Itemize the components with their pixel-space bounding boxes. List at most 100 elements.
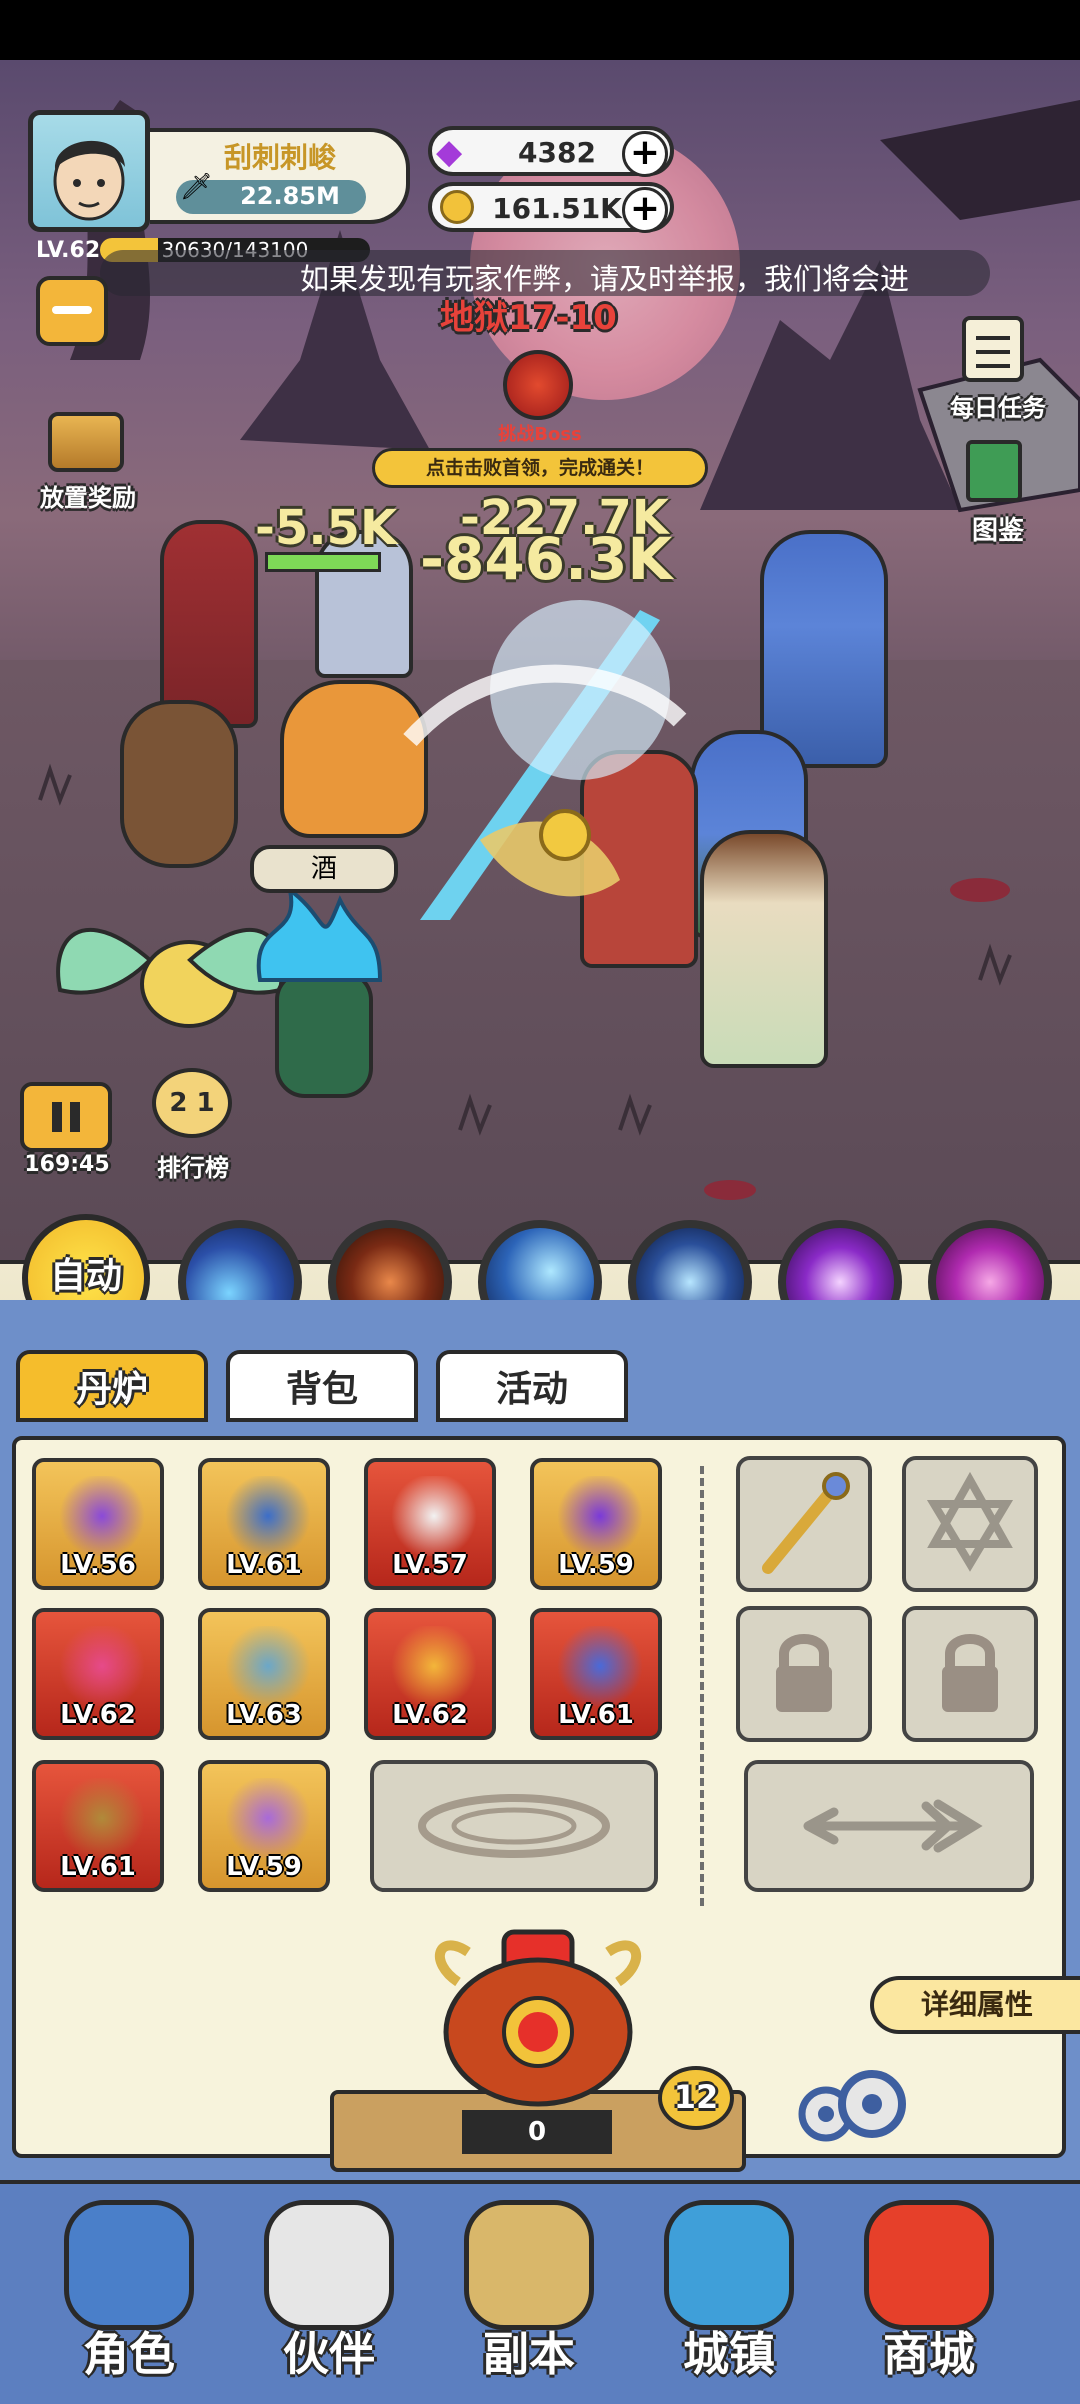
pause-icon-bar (70, 1102, 80, 1132)
magic-circle-slot[interactable] (370, 1760, 658, 1892)
equipment-slot[interactable]: LV.59 (198, 1760, 330, 1892)
equipment-level: LV.57 (392, 1550, 468, 1580)
bottle-label: 酒 (310, 854, 337, 884)
equipment-slot[interactable]: LV.56 (32, 1458, 164, 1590)
golden-staff-slot[interactable] (736, 1456, 872, 1592)
settings-gear-icon[interactable] (790, 2062, 910, 2152)
scroll-map-icon (464, 2200, 594, 2330)
damage-number: -846.3K (420, 525, 673, 593)
equipment-slot[interactable]: LV.61 (530, 1608, 662, 1740)
blue-flame-hair (256, 885, 383, 982)
equipment-slot[interactable]: LV.59 (530, 1458, 662, 1590)
hexagram-slot[interactable] (902, 1456, 1038, 1592)
equipment-slot[interactable]: LV.62 (32, 1608, 164, 1740)
tab-activity-label: 活动 (495, 1369, 568, 1410)
gem-icon: ◆ (436, 132, 463, 172)
lamp-icon (56, 1626, 148, 1706)
stage-text: 地狱17-10 (440, 298, 617, 338)
locked-slot[interactable] (902, 1606, 1038, 1742)
daily-tasks-button[interactable]: 每日任务 (938, 316, 1058, 426)
amulet-icon (554, 1626, 646, 1706)
damage-number: -5.5K (255, 500, 398, 556)
boss-challenge-button[interactable]: 挑战Boss (495, 350, 585, 445)
equipment-slot[interactable]: LV.57 (364, 1458, 496, 1590)
book-icon (966, 440, 1022, 502)
add-gold-button[interactable]: + (622, 187, 668, 233)
codex-button[interactable]: 图鉴 (938, 440, 1058, 550)
details-button[interactable]: 详细属性 (870, 1976, 1080, 2034)
boss-hint-banner: 点击击败首领，完成通关！ (372, 448, 708, 488)
crown-icon (388, 1626, 480, 1706)
nav-partner[interactable]: 伙伴 (234, 2190, 424, 2381)
demon-skull-icon (503, 350, 573, 420)
hero-red-warrior[interactable] (160, 520, 258, 728)
sword-icon: 🗡 (180, 172, 214, 202)
alchemy-furnace-button[interactable] (418, 1922, 658, 2112)
player-name: 刮刺刺峻 (223, 141, 336, 174)
add-gems-button[interactable]: + (622, 131, 668, 177)
slash-effect (403, 600, 687, 920)
nav-character-label: 角色 (83, 2327, 175, 2381)
pause-button[interactable] (20, 1082, 112, 1152)
furnace-icon (435, 1929, 641, 2107)
equipment-level: LV.62 (392, 1700, 468, 1730)
gears-icon (798, 2070, 906, 2142)
nav-shop[interactable]: 商城 (834, 2190, 1024, 2381)
scroll-icon (962, 316, 1024, 382)
panda-icon (264, 2200, 394, 2330)
daily-tasks-label: 每日任务 (950, 394, 1046, 422)
ring-icon (56, 1778, 148, 1858)
podium-icon: 2 1 3 (152, 1068, 232, 1180)
tab-backpack-label: 背包 (285, 1369, 358, 1410)
enemy-blue-hair-1[interactable] (760, 530, 888, 768)
hero-otter[interactable] (120, 700, 238, 868)
equipment-slot[interactable]: LV.61 (32, 1760, 164, 1892)
nav-character[interactable]: 角色 (34, 2190, 224, 2381)
orb-icon (554, 1476, 646, 1556)
tab-backpack[interactable]: 背包 (226, 1350, 418, 1422)
equipment-level: LV.56 (60, 1550, 136, 1580)
player-level: LV.62 (36, 238, 101, 263)
boots-icon (222, 1778, 314, 1858)
nav-dungeon-label: 副本 (483, 2327, 575, 2381)
equipment-level: LV.63 (226, 1700, 302, 1730)
wine-bottle: 酒 (250, 845, 398, 893)
panel-divider (700, 1466, 704, 1906)
equipment-level: LV.61 (226, 1550, 302, 1580)
codex-label: 图鉴 (971, 516, 1024, 546)
boss-hint-text: 点击击败首领，完成通关！ (425, 457, 654, 479)
trident-slot[interactable] (744, 1760, 1034, 1892)
auto-label: 自动 (49, 1256, 122, 1297)
golden-staff-icon (762, 1472, 850, 1574)
locked-slot[interactable] (736, 1606, 872, 1742)
equipment-level: LV.61 (60, 1852, 136, 1882)
menu-icon (52, 306, 92, 314)
nav-town-label: 城镇 (683, 2327, 775, 2381)
tab-activity[interactable]: 活动 (436, 1350, 628, 1422)
gem-amount: 4382 (518, 136, 596, 169)
trident-icon (803, 1799, 983, 1853)
gold-amount: 161.51K (492, 192, 622, 225)
bagua-icon (222, 1626, 314, 1706)
equipment-slot[interactable]: LV.63 (198, 1608, 330, 1740)
tab-alchemy-label: 丹炉 (75, 1369, 148, 1410)
furnace-badge-text: 12 (673, 2078, 719, 2116)
tab-alchemy[interactable]: 丹炉 (16, 1350, 208, 1422)
nav-shop-label: 商城 (883, 2327, 975, 2381)
idle-reward-button[interactable]: 放置奖励 (28, 412, 148, 512)
nav-dungeon[interactable]: 副本 (434, 2190, 624, 2381)
temple-shop-icon (864, 2200, 994, 2330)
furnace-level-badge: 12 (658, 2066, 734, 2130)
equipment-slot[interactable]: LV.61 (198, 1458, 330, 1590)
sword-icon (56, 1476, 148, 1556)
player-avatar[interactable] (28, 110, 150, 232)
ranking-button[interactable]: 2 1 3 排行榜 (138, 1068, 248, 1184)
menu-button[interactable] (36, 276, 108, 346)
nav-town[interactable]: 城镇 (634, 2190, 824, 2381)
nav-partner-label: 伙伴 (283, 2327, 375, 2381)
lock-icon (776, 1634, 832, 1712)
gem-counter: ◆ 4382 + (428, 126, 674, 177)
equipment-slot[interactable]: LV.62 (364, 1608, 496, 1740)
pagoda-icon (664, 2200, 794, 2330)
player-info-panel: 刮刺刺峻 🗡 22.85M (150, 128, 410, 224)
